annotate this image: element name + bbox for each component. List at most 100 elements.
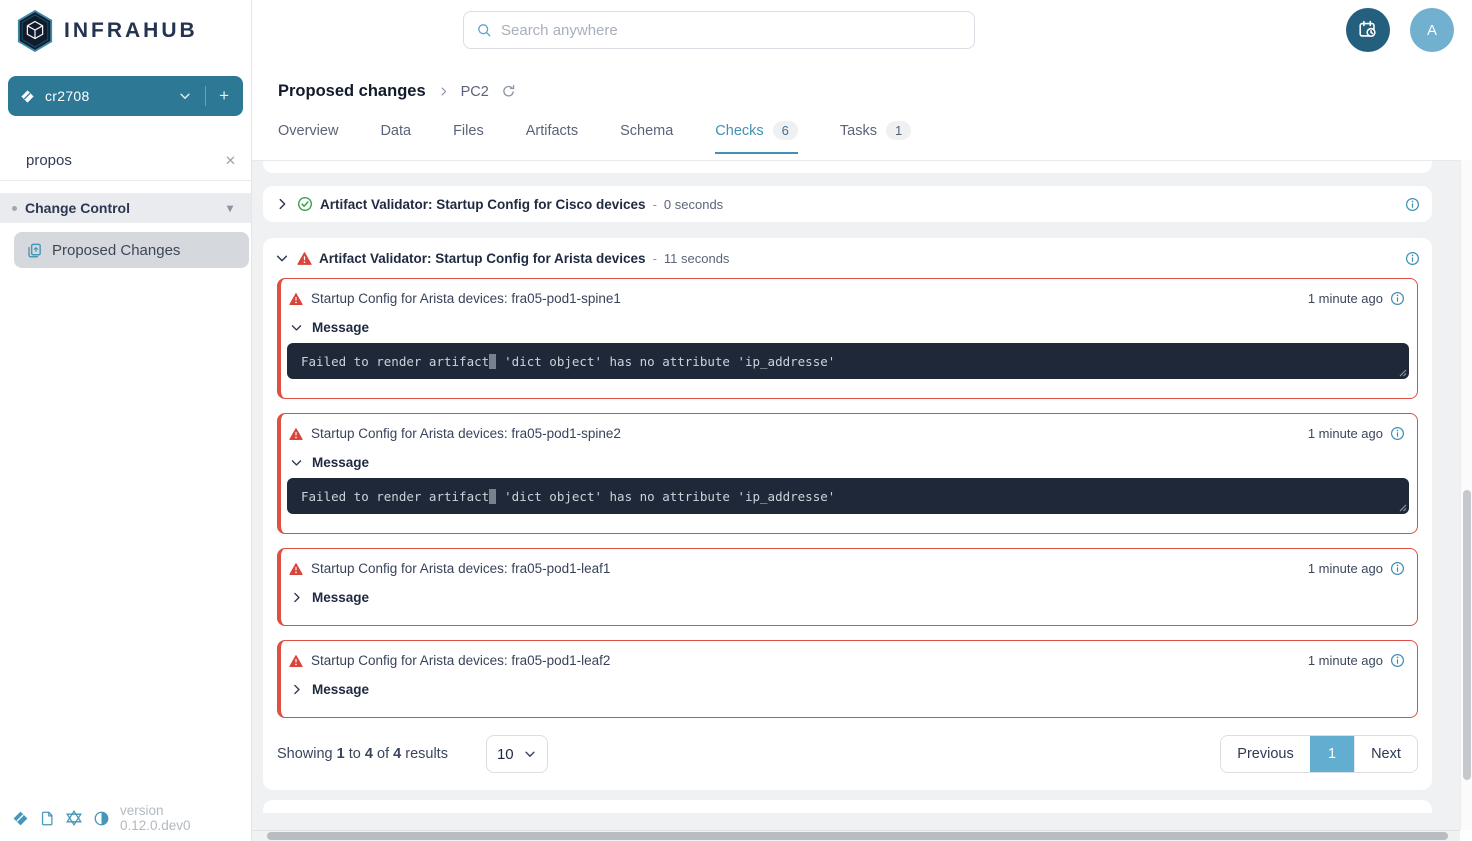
check-header: Startup Config for Arista devices: fra05… — [281, 279, 1417, 306]
next-page-button[interactable]: Next — [1354, 736, 1417, 772]
info-icon[interactable] — [1405, 251, 1420, 266]
sidebar-item-proposed-changes[interactable]: Proposed Changes — [14, 232, 249, 268]
cursor-block — [489, 489, 496, 504]
user-avatar[interactable]: A — [1410, 8, 1454, 52]
cursor-block — [489, 354, 496, 369]
page-title: Proposed changes — [278, 82, 426, 101]
validator-title: Artifact Validator: Startup Config for A… — [319, 251, 646, 266]
page-size-select[interactable]: 10 — [486, 735, 548, 773]
infrahub-hexagon-icon — [16, 10, 54, 52]
error-warning-icon — [297, 251, 312, 266]
branch-name: cr2708 — [45, 88, 178, 104]
tab-overview[interactable]: Overview — [278, 121, 338, 154]
previous-page-button[interactable]: Previous — [1221, 736, 1310, 772]
check-header: Startup Config for Arista devices: fra05… — [281, 549, 1417, 576]
branch-diamond-icon[interactable] — [12, 810, 29, 827]
validator-row-arista[interactable]: Artifact Validator: Startup Config for A… — [275, 238, 1420, 278]
check-card-leaf2: Startup Config for Arista devices: fra05… — [277, 640, 1418, 718]
clear-search-icon[interactable]: ✕ — [225, 153, 236, 169]
tab-files[interactable]: Files — [453, 121, 484, 154]
chevron-down-icon — [523, 747, 537, 761]
resize-grip-icon[interactable] — [1397, 367, 1407, 377]
infrahub-logo[interactable]: INFRAHUB — [0, 0, 251, 62]
check-timestamp: 1 minute ago — [1308, 653, 1383, 668]
checks-count-badge: 6 — [773, 121, 798, 140]
add-branch-button[interactable]: + — [219, 86, 231, 106]
chevron-right-icon — [290, 683, 303, 696]
global-search-input[interactable] — [501, 22, 962, 39]
message-toggle[interactable]: Message — [281, 668, 1417, 697]
validator-row-cisco[interactable]: Artifact Validator: Startup Config for C… — [263, 186, 1432, 222]
message-text: Failed to render artifact — [301, 489, 489, 504]
group-label: Change Control — [25, 200, 130, 216]
tasks-count-badge: 1 — [886, 121, 911, 140]
proposed-changes-icon — [26, 242, 43, 259]
horizontal-scrollbar-thumb[interactable] — [267, 832, 1448, 840]
vertical-scrollbar — [1460, 160, 1472, 830]
message-text: Failed to render artifact — [301, 354, 489, 369]
swagger-globe-icon[interactable] — [93, 810, 110, 827]
info-icon[interactable] — [1390, 291, 1405, 306]
sidebar-search-input[interactable] — [26, 152, 225, 169]
info-icon[interactable] — [1390, 426, 1405, 441]
message-textarea[interactable]: Failed to render artifact'dict object' h… — [287, 343, 1409, 379]
sidebar-search: ✕ — [0, 141, 251, 181]
vertical-scrollbar-thumb[interactable] — [1463, 490, 1471, 780]
sidebar: INFRAHUB cr2708 + ✕ Change Control — [0, 0, 252, 841]
check-timestamp: 1 minute ago — [1308, 561, 1383, 576]
docs-icon[interactable] — [39, 810, 55, 827]
page-1-button[interactable]: 1 — [1310, 736, 1354, 772]
topbar-actions: A — [1346, 8, 1472, 52]
collapse-caret-icon[interactable]: ▾ — [227, 201, 233, 215]
check-timestamp: 1 minute ago — [1308, 426, 1383, 441]
global-search — [463, 11, 975, 49]
sidebar-footer: version 0.12.0.dev0 — [0, 801, 251, 841]
chevron-down-icon[interactable] — [275, 251, 289, 265]
check-header: Startup Config for Arista devices: fra05… — [281, 641, 1417, 668]
tab-schema[interactable]: Schema — [620, 121, 673, 154]
check-card-leaf1: Startup Config for Arista devices: fra05… — [277, 548, 1418, 626]
graphql-icon[interactable] — [65, 809, 83, 827]
check-header: Startup Config for Arista devices: fra05… — [281, 414, 1417, 441]
horizontal-scrollbar — [252, 830, 1460, 841]
divider — [205, 86, 206, 106]
check-timestamp: 1 minute ago — [1308, 291, 1383, 306]
app-window: INFRAHUB cr2708 + ✕ Change Control — [0, 0, 1472, 841]
branch-selector[interactable]: cr2708 + — [8, 76, 243, 116]
message-textarea[interactable]: Failed to render artifact'dict object' h… — [287, 478, 1409, 514]
info-icon[interactable] — [1405, 197, 1420, 212]
sidebar-group-change-control[interactable]: Change Control ▾ — [0, 193, 251, 223]
topbar: A — [252, 0, 1472, 60]
message-toggle[interactable]: Message — [281, 441, 1417, 470]
tab-artifacts[interactable]: Artifacts — [526, 121, 578, 154]
chevron-right-icon[interactable] — [275, 197, 289, 211]
next-card-edge — [263, 800, 1432, 813]
pager: Previous 1 Next — [1220, 735, 1418, 773]
check-card-spine1: Startup Config for Arista devices: fra05… — [277, 278, 1418, 399]
schedule-button[interactable] — [1346, 8, 1390, 52]
check-card-spine2: Startup Config for Arista devices: fra05… — [277, 413, 1418, 534]
chevron-down-icon — [290, 456, 303, 469]
brand-name: INFRAHUB — [64, 19, 198, 43]
tab-data[interactable]: Data — [380, 121, 411, 154]
resize-grip-icon[interactable] — [1397, 502, 1407, 512]
info-icon[interactable] — [1390, 561, 1405, 576]
refresh-icon[interactable] — [501, 84, 516, 99]
validator-card-arista: Artifact Validator: Startup Config for A… — [263, 238, 1432, 790]
chevron-down-icon[interactable] — [178, 89, 192, 103]
chevron-right-icon — [290, 591, 303, 604]
version-label: version 0.12.0.dev0 — [120, 803, 237, 833]
breadcrumb: Proposed changes PC2 — [278, 82, 1446, 101]
validator-duration: 0 seconds — [664, 197, 723, 212]
search-icon — [476, 22, 492, 38]
validator-title: Artifact Validator: Startup Config for C… — [320, 197, 646, 212]
message-toggle[interactable]: Message — [281, 576, 1417, 605]
info-icon[interactable] — [1390, 653, 1405, 668]
main-area: A Proposed changes PC2 Overview Data Fil… — [252, 0, 1472, 841]
tab-tasks[interactable]: Tasks 1 — [840, 121, 911, 154]
avatar-initial: A — [1427, 22, 1437, 39]
message-toggle[interactable]: Message — [281, 306, 1417, 335]
check-title: Startup Config for Arista devices: fra05… — [311, 653, 610, 668]
tab-checks[interactable]: Checks 6 — [715, 121, 798, 154]
branch-icon — [20, 89, 35, 104]
